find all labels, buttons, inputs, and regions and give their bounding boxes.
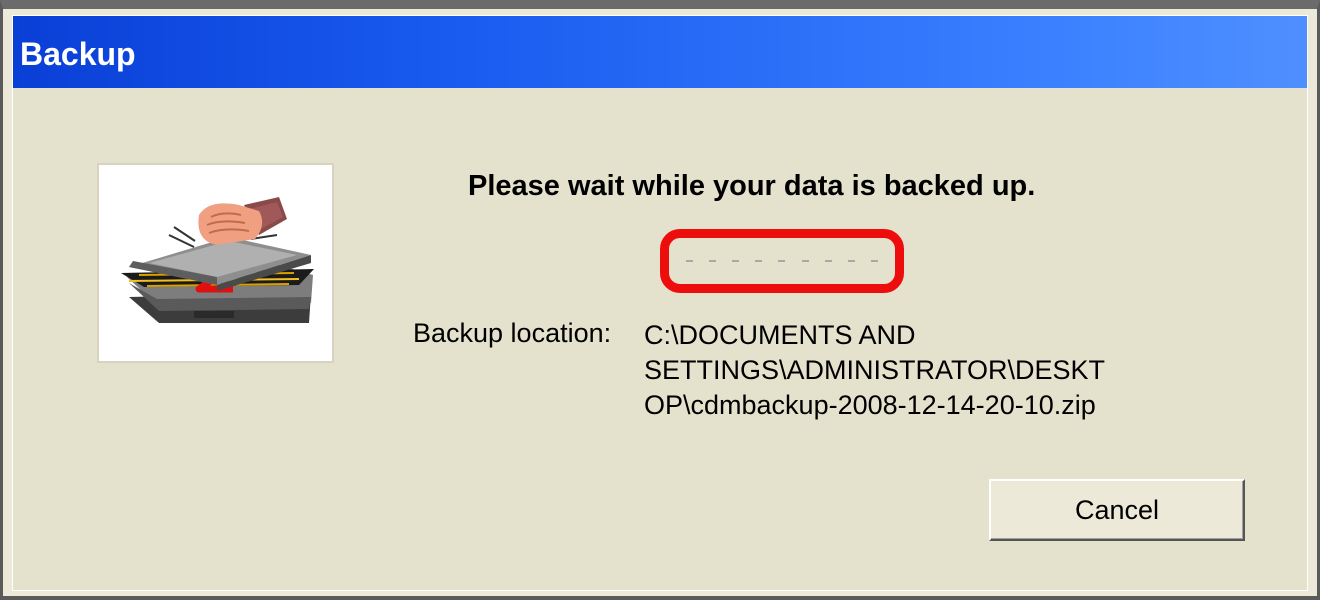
dialog-body: Backup Please wait while your data is ba… (12, 15, 1308, 591)
progress-segment (778, 260, 786, 262)
backup-location-line: OP\cdmbackup-2008-12-14-20-10.zip (644, 390, 1096, 420)
progress-segment (755, 260, 763, 262)
progress-segment (801, 260, 809, 262)
progress-bar (678, 251, 886, 271)
progress-segment (847, 260, 855, 262)
progress-segment (732, 260, 740, 262)
progress-segment (686, 260, 694, 262)
progress-segment (870, 260, 878, 262)
backup-location-line: C:\DOCUMENTS AND (644, 320, 916, 350)
backup-image-frame (97, 163, 334, 363)
status-message: Please wait while your data is backed up… (468, 170, 1036, 202)
progress-highlight (660, 229, 904, 293)
window-title: Backup (20, 36, 136, 72)
backup-location-value: C:\DOCUMENTS AND SETTINGS\ADMINISTRATOR\… (644, 318, 1105, 423)
title-bar[interactable]: Backup (13, 16, 1307, 88)
progress-segment (709, 260, 717, 262)
backup-location-label: Backup location: (413, 318, 612, 348)
progress-segment (824, 260, 832, 262)
backup-briefcase-icon (121, 197, 314, 323)
backup-window: Backup Please wait while your data is ba… (0, 0, 1320, 600)
cancel-button[interactable]: Cancel (989, 479, 1245, 541)
backup-location-line: SETTINGS\ADMINISTRATOR\DESKT (644, 355, 1106, 385)
